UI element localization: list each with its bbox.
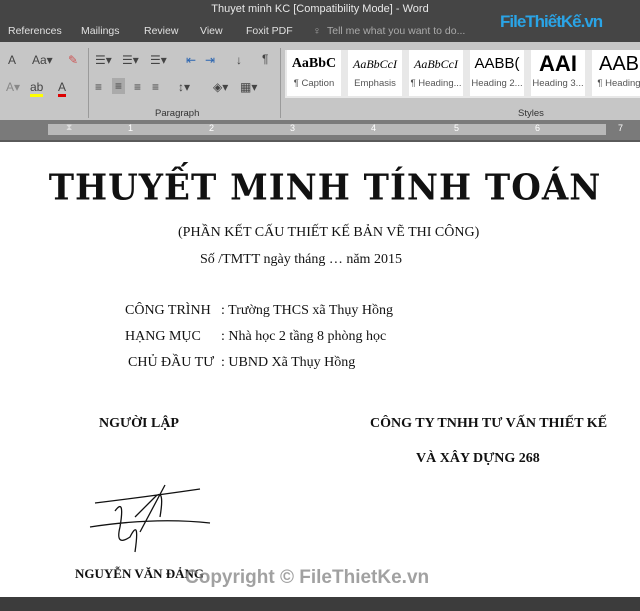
ruler-mark: 7 <box>618 123 624 133</box>
status-area <box>0 597 640 611</box>
tab-mailings[interactable]: Mailings <box>81 25 120 37</box>
document-title: THUYẾT MINH TÍNH TOÁN <box>48 167 602 209</box>
style-heading-3[interactable]: AAI Heading 3... <box>531 50 585 96</box>
lightbulb-icon: ♀ <box>313 25 321 37</box>
shading-icon[interactable]: ◈▾ <box>213 80 228 94</box>
ruler[interactable]: 1 2 3 4 5 6 7 ⧗ <box>0 120 640 140</box>
ruler-mark: 2 <box>209 123 215 133</box>
tab-view[interactable]: View <box>200 25 223 37</box>
tab-review[interactable]: Review <box>144 25 178 37</box>
borders-icon[interactable]: ▦▾ <box>240 80 257 94</box>
company-line-2: VÀ XÂY DỰNG 268 <box>416 451 540 466</box>
bullets-icon[interactable]: ☰▾ <box>95 53 112 67</box>
ruler-mark: 3 <box>290 123 296 133</box>
style-emphasis[interactable]: AaBbCcI Emphasis <box>348 50 402 96</box>
paragraph-group-label: Paragraph <box>155 108 200 119</box>
company-line-1: CÔNG TY TNHH TƯ VẤN THIẾT KẾ <box>370 416 608 431</box>
field-label: CHỦ ĐẦU TƯ <box>128 355 215 370</box>
line-spacing-icon[interactable]: ↕▾ <box>178 80 190 94</box>
justify-icon[interactable]: ≡ <box>152 80 159 94</box>
align-left-icon[interactable]: ≡ <box>95 80 102 94</box>
field-label: CÔNG TRÌNH <box>125 303 211 318</box>
tell-me-input[interactable]: Tell me what you want to do... <box>327 25 465 37</box>
highlight-icon[interactable]: ab <box>30 80 44 97</box>
increase-indent-icon[interactable]: ⇥ <box>205 53 215 67</box>
change-case-icon[interactable]: Aa▾ <box>32 53 53 67</box>
ribbon: A Aa▾ ✎ A▾ ab A ☰▾ ☰▾ ☰▾ ⇤ ⇥ ↓ ¶ ≡ ≡ ≡ ≡… <box>0 42 640 120</box>
logo: FileThiếtKế.vn <box>500 12 603 31</box>
numbering-icon[interactable]: ☰▾ <box>122 53 139 67</box>
pilcrow-icon[interactable]: ¶ <box>262 52 268 66</box>
sort-icon[interactable]: ↓ <box>236 53 242 67</box>
align-right-icon[interactable]: ≡ <box>134 80 141 94</box>
signature-image <box>89 484 211 553</box>
align-center-icon[interactable]: ≡ <box>112 78 126 94</box>
style-heading-2[interactable]: AABB(Heading 2... <box>470 50 524 96</box>
field-value: : Nhà học 2 tầng 8 phòng học <box>221 329 387 344</box>
watermark: Copyright © FileThietKe.vn <box>185 567 430 588</box>
styles-group-label: Styles <box>518 108 544 119</box>
document-subtitle: (PHẦN KẾT CẤU THIẾT KẾ BẢN VẼ THI CÔNG) <box>178 225 480 240</box>
field-value: : Trường THCS xã Thụy Hồng <box>221 303 394 318</box>
ruler-mark: 6 <box>535 123 541 133</box>
style-heading-1[interactable]: AaBbCcI ¶ Heading... <box>409 50 463 96</box>
ruler-mark: 1 <box>128 123 134 133</box>
field-value: : UBND Xã Thụy Hồng <box>221 355 356 370</box>
multilevel-list-icon[interactable]: ☰▾ <box>150 53 167 67</box>
document-page[interactable]: THUYẾT MINH TÍNH TOÁN (PHẦN KẾT CẤU THIẾ… <box>0 142 640 597</box>
ruler-mark: 5 <box>454 123 460 133</box>
preparer-label: NGƯỜI LẬP <box>99 416 179 431</box>
field-label: HẠNG MỤC <box>125 329 201 344</box>
tab-foxit-pdf[interactable]: Foxit PDF <box>246 25 293 37</box>
text-effects-icon[interactable]: A▾ <box>6 80 20 94</box>
font-color-icon[interactable]: A <box>58 80 67 97</box>
shrink-font-icon[interactable]: A <box>8 53 16 67</box>
ruler-mark: 4 <box>371 123 377 133</box>
style-heading-4[interactable]: AAB ¶ Heading <box>592 50 640 96</box>
styles-gallery: AaBbC ¶ Caption AaBbCcI Emphasis AaBbCcI ¶ … <box>285 50 640 98</box>
style-caption[interactable]: AaBbC ¶ Caption <box>287 50 341 96</box>
tab-references[interactable]: References <box>8 25 62 37</box>
decrease-indent-icon[interactable]: ⇤ <box>186 53 196 67</box>
number-line: Số /TMTT ngày tháng … năm 2015 <box>200 252 402 267</box>
indent-marker[interactable]: ⧗ <box>66 122 72 133</box>
clear-format-icon[interactable]: ✎ <box>68 53 78 67</box>
